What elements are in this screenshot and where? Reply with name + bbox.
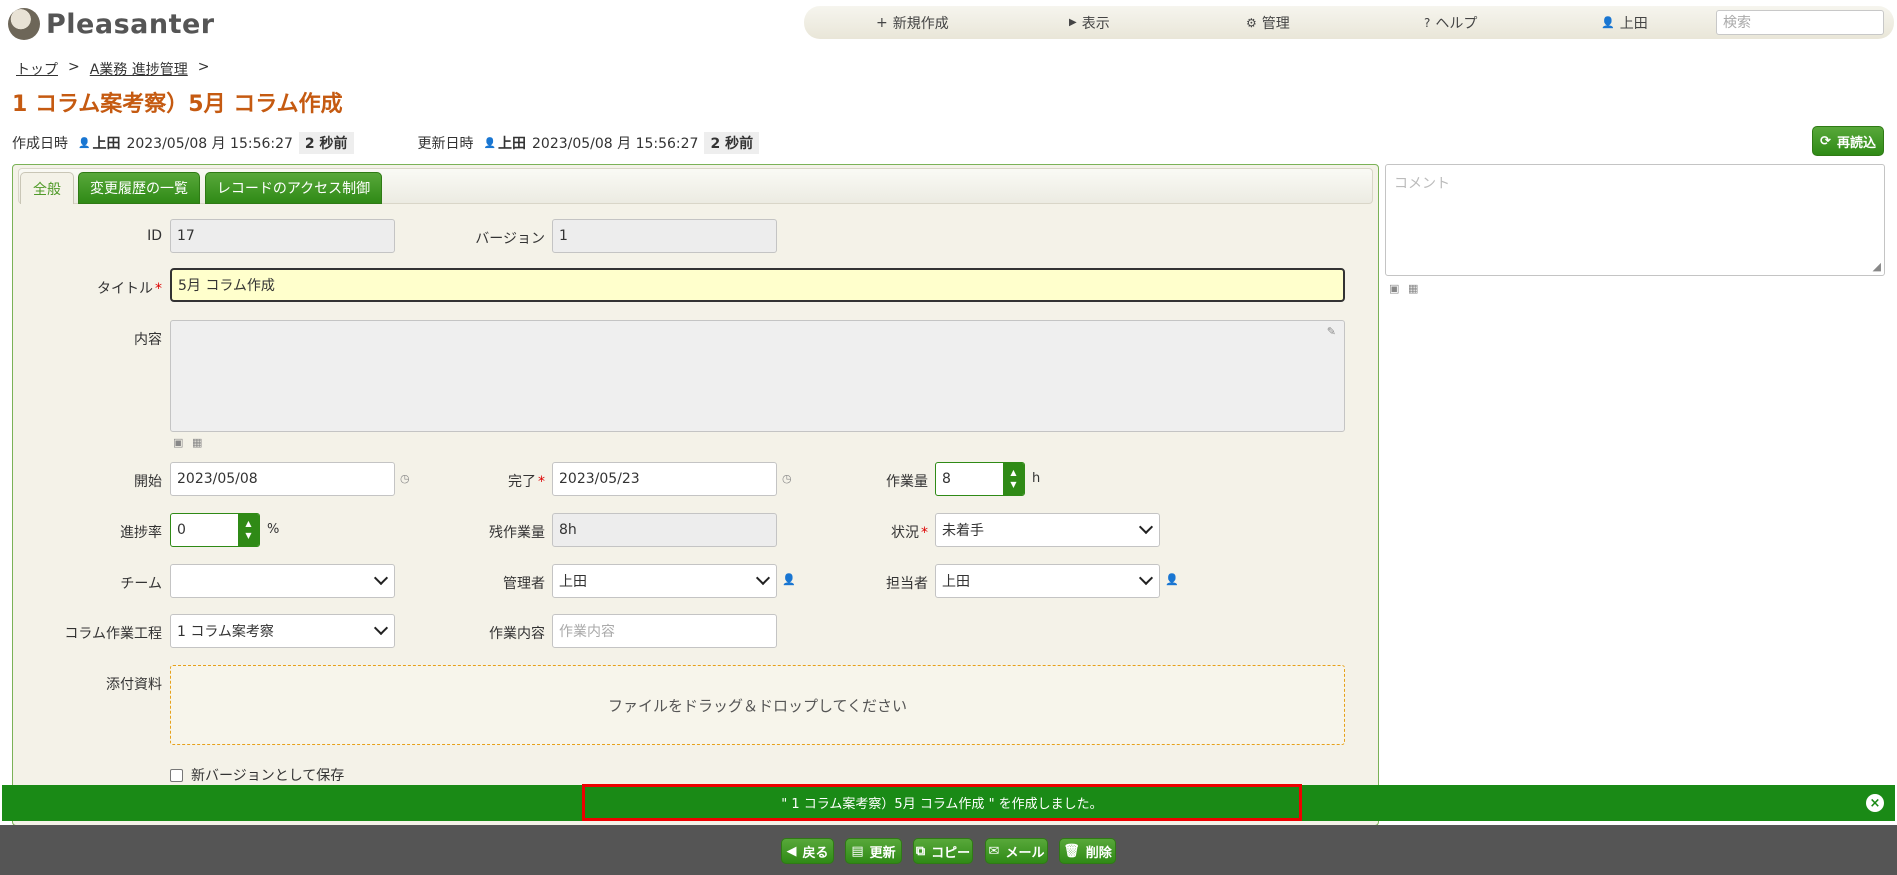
pencil-icon[interactable]: ✎ <box>1327 325 1336 338</box>
user-icon: 👤 <box>78 137 91 149</box>
attach-label: 添付資料 <box>106 677 162 693</box>
clock-icon[interactable]: ◷ <box>400 472 410 485</box>
record-meta: 作成日時 👤 上田 2023/05/08 月 15:56:27 2 秒前 更新日… <box>12 132 760 154</box>
end-label: 完了 * <box>508 474 545 490</box>
mail-button[interactable]: ✉ メール <box>985 838 1048 864</box>
version-label: バージョン <box>475 231 545 247</box>
file-dropzone[interactable]: ファイルをドラッグ＆ドロップしてください <box>170 665 1345 745</box>
remaining-field: 8h <box>552 513 777 547</box>
breadcrumb: トップ > A業務 進捗管理 > <box>16 59 210 79</box>
help-icon: ? <box>1424 15 1431 30</box>
team-label: チーム <box>120 576 162 592</box>
manager-select[interactable]: 上田 <box>552 564 777 598</box>
work-unit: h <box>1032 471 1041 486</box>
remaining-label: 残作業量 <box>489 525 545 541</box>
chevron-down-icon <box>373 570 389 586</box>
chevron-down-icon <box>1138 570 1154 586</box>
nav-new[interactable]: + 新規作成 <box>876 13 949 33</box>
comment-textarea[interactable]: コメント ◢ <box>1385 164 1885 276</box>
title-label: タイトル * <box>97 281 162 297</box>
title-input[interactable]: 5月 コラム作成 <box>170 268 1345 302</box>
breadcrumb-site[interactable]: A業務 進捗管理 <box>90 59 188 79</box>
user-icon[interactable]: 👤 <box>782 573 796 586</box>
copy-button[interactable]: ⧉ コピー <box>913 838 973 864</box>
mail-icon: ✉ <box>988 843 1000 859</box>
team-select[interactable] <box>170 564 395 598</box>
resize-handle-icon[interactable]: ◢ <box>1873 260 1881 273</box>
process-select[interactable]: 1 コラム案考察 <box>170 614 395 648</box>
version-field: 1 <box>552 219 777 253</box>
work-label: 作業量 <box>886 474 928 490</box>
id-field: 17 <box>170 219 395 253</box>
tab-general[interactable]: 全般 <box>20 172 74 204</box>
manager-label: 管理者 <box>503 576 545 592</box>
user-icon[interactable]: 👤 <box>1165 573 1179 586</box>
gear-icon: ⚙ <box>1246 15 1257 30</box>
chevron-down-icon <box>755 570 771 586</box>
copy-icon: ⧉ <box>915 843 926 859</box>
app-logo[interactable]: Pleasanter <box>8 6 215 42</box>
save-icon: ▤ <box>851 843 864 859</box>
image-icon[interactable]: ▣ <box>1389 282 1399 295</box>
process-label: コラム作業工程 <box>64 626 162 642</box>
refresh-icon: ⟳ <box>1820 133 1831 149</box>
close-icon[interactable]: × <box>1866 794 1884 812</box>
status-label: 状況 * <box>891 525 928 541</box>
trash-icon: 🗑 <box>1063 843 1080 859</box>
work-stepper[interactable]: 8 ▲ ▼ <box>935 462 1025 496</box>
update-button[interactable]: ▤ 更新 <box>845 838 902 864</box>
attach-icon[interactable]: ▦ <box>192 436 202 449</box>
start-label: 開始 <box>134 474 162 490</box>
image-icon[interactable]: ▣ <box>173 436 183 449</box>
back-button[interactable]: ◀ 戻る <box>781 838 834 864</box>
breadcrumb-top[interactable]: トップ <box>16 59 58 79</box>
progress-label: 進捗率 <box>120 525 162 541</box>
start-date-input[interactable]: 2023/05/08 <box>170 462 395 496</box>
nav-help[interactable]: ? ヘルプ <box>1424 13 1477 33</box>
status-select[interactable]: 未着手 <box>935 513 1160 547</box>
chevron-down-icon <box>1138 519 1154 535</box>
page-title: 1 コラム案考察）5月 コラム作成 <box>12 92 343 117</box>
owner-select[interactable]: 上田 <box>935 564 1160 598</box>
clock-icon[interactable]: ◷ <box>782 472 792 485</box>
plus-icon: + <box>876 14 888 31</box>
id-label: ID <box>147 228 162 244</box>
workcontent-label: 作業内容 <box>489 626 545 642</box>
new-version-option[interactable]: 新バージョンとして保存 <box>170 765 344 785</box>
created-ago-badge: 2 秒前 <box>298 132 354 154</box>
body-textarea[interactable]: ✎ <box>170 320 1345 432</box>
search-input[interactable] <box>1716 10 1884 35</box>
stepper-arrows[interactable]: ▲ ▼ <box>1003 463 1024 495</box>
nav-manage[interactable]: ⚙ 管理 <box>1246 13 1290 33</box>
tab-history[interactable]: 変更履歴の一覧 <box>78 172 200 204</box>
workcontent-input[interactable]: 作業内容 <box>552 614 777 648</box>
back-icon: ◀ <box>786 843 797 859</box>
user-icon: 👤 <box>1601 16 1615 29</box>
nav-user[interactable]: 👤 上田 <box>1601 13 1648 33</box>
message-text: " 1 コラム案考察）5月 コラム作成 " を作成しました。 <box>582 784 1302 821</box>
progress-stepper[interactable]: 0 ▲ ▼ <box>170 513 260 547</box>
app-name: Pleasanter <box>46 8 215 40</box>
attach-icon[interactable]: ▦ <box>1408 282 1418 295</box>
end-date-input[interactable]: 2023/05/23 <box>552 462 777 496</box>
user-icon: 👤 <box>483 137 496 149</box>
updated-ago-badge: 2 秒前 <box>704 132 760 154</box>
new-version-checkbox[interactable] <box>170 768 183 782</box>
stepper-arrows[interactable]: ▲ ▼ <box>238 514 259 546</box>
reload-button[interactable]: ⟳ 再読込 <box>1812 126 1884 156</box>
progress-unit: % <box>267 522 280 537</box>
nav-view[interactable]: ▶ 表示 <box>1069 13 1110 33</box>
body-label: 内容 <box>134 332 162 348</box>
tab-access-control[interactable]: レコードのアクセス制御 <box>205 172 382 204</box>
chevron-down-icon <box>373 620 389 636</box>
delete-button[interactable]: 🗑 削除 <box>1059 838 1116 864</box>
caret-right-icon: ▶ <box>1069 17 1077 28</box>
logo-icon <box>8 8 40 40</box>
owner-label: 担当者 <box>886 576 928 592</box>
